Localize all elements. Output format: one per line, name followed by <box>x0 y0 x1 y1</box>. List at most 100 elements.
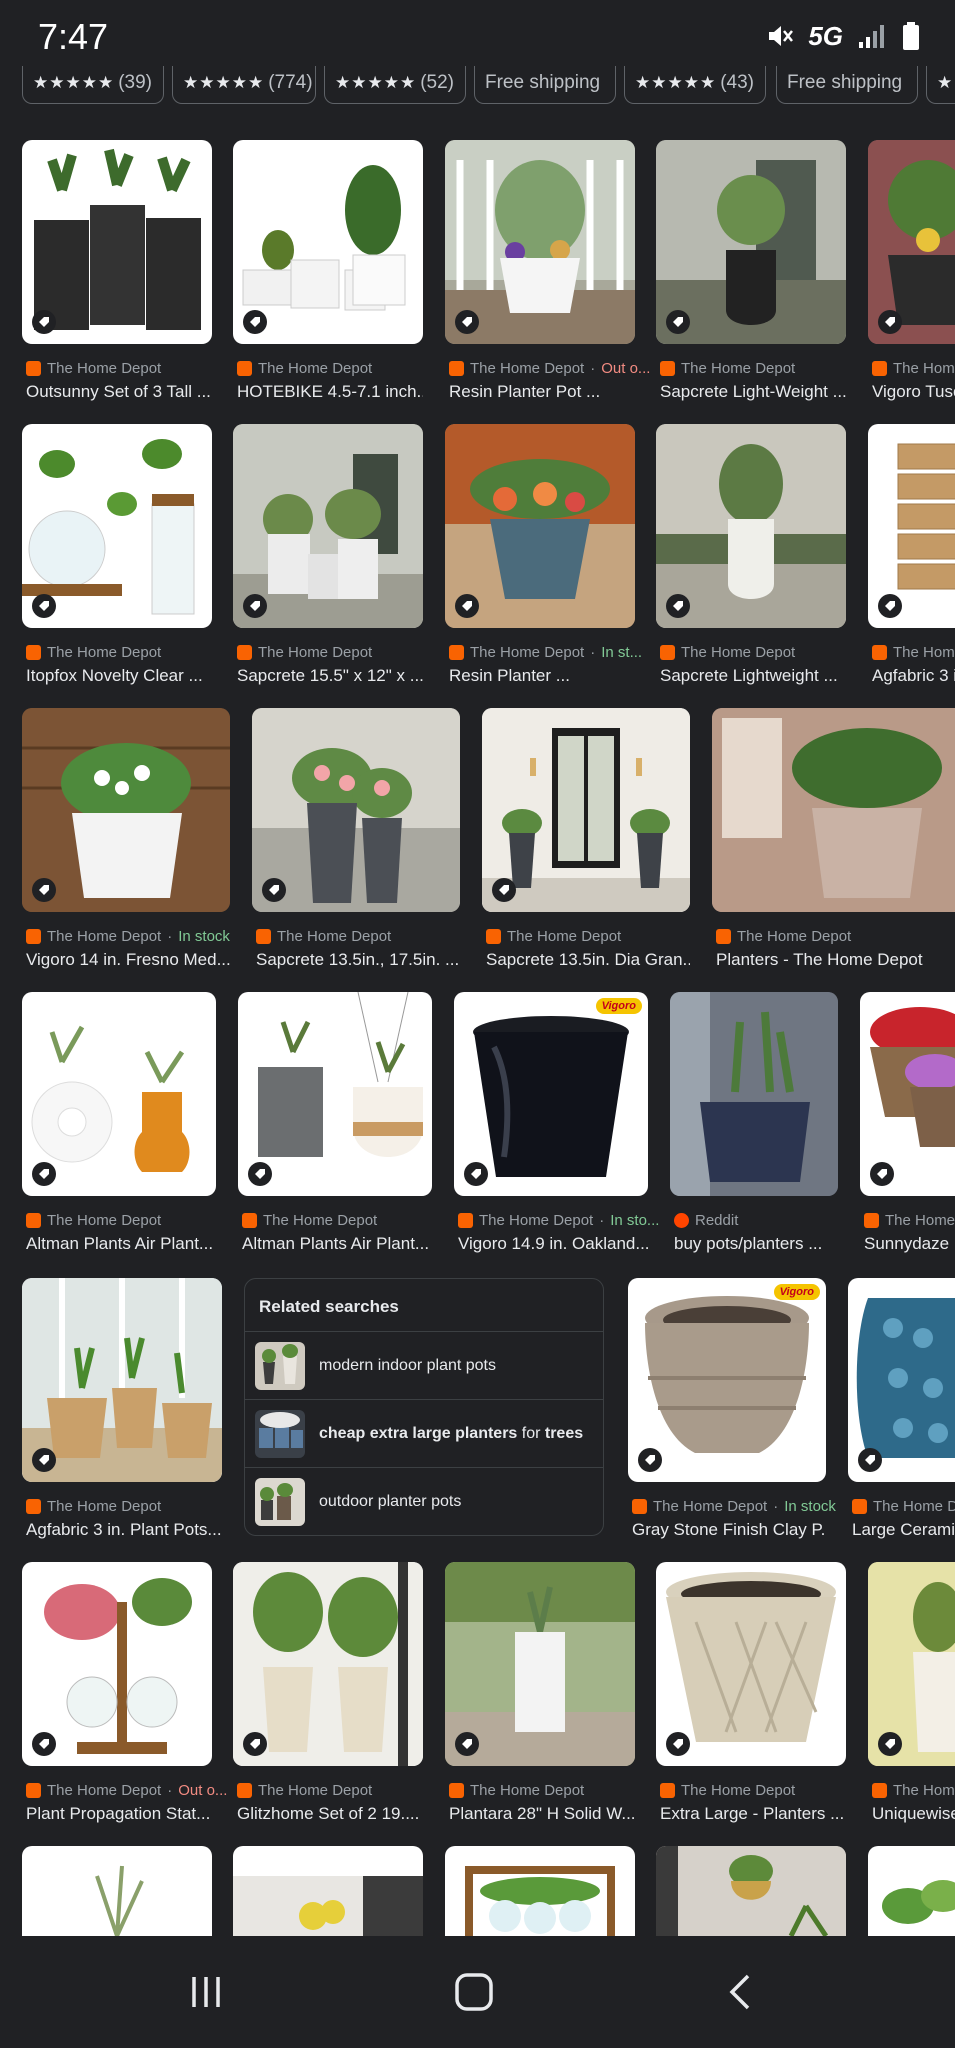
result-card[interactable]: The Home Depot Sapcrete 13.5in., 17.5in.… <box>252 708 460 980</box>
home-icon <box>455 1973 493 2011</box>
related-search-text: modern indoor plant pots <box>319 1356 496 1374</box>
result-card[interactable]: Vigoro The Home Depot · In stock Gray Ston… <box>628 1278 836 1550</box>
result-card[interactable]: The Home Depot Sapcrete Light-Weight ... <box>656 140 846 412</box>
result-card[interactable]: The Home Agfabric 3 i <box>868 424 955 696</box>
result-image[interactable] <box>445 1846 635 1936</box>
result-card[interactable]: The Home Depot Plantara 28" H Solid W... <box>445 1562 635 1834</box>
result-card[interactable]: The Home Depot · Out o... Plant Propagatio… <box>22 1562 227 1834</box>
result-image[interactable] <box>445 424 635 628</box>
result-card[interactable]: The Home Depot Planters - The Home Depot <box>712 708 955 980</box>
result-card[interactable]: The Home Uniquewise <box>868 1562 955 1834</box>
filter-chips: ★★★★★ (39) ★★★★★ (774) ★★★★★ (52) Free ship… <box>0 62 955 106</box>
result-card[interactable]: The Home Depot Outsunny Set of 3 Tall ..… <box>22 140 212 412</box>
result-image[interactable] <box>868 1846 955 1936</box>
result-image[interactable] <box>656 424 846 628</box>
result-image[interactable]: Vigoro <box>628 1278 826 1482</box>
related-search-item[interactable]: modern indoor plant pots <box>245 1331 603 1399</box>
back-button[interactable] <box>712 1966 772 2018</box>
result-card[interactable]: The Home Depot Altman Plants Air Plant..… <box>22 992 216 1264</box>
result-image[interactable] <box>656 1846 846 1936</box>
result-image[interactable] <box>445 1562 635 1766</box>
result-card[interactable]: The Home Depot Agfabric 3 in. Plant Pots… <box>22 1278 222 1550</box>
result-card[interactable]: The Home Depot · In stock Vigoro 14 in. Fr… <box>22 708 230 980</box>
result-image[interactable] <box>22 992 216 1196</box>
result-title: Agfabric 3 in. Plant Pots... <box>26 1520 222 1539</box>
result-card[interactable]: The Home Depot Sapcrete 13.5in. Dia Gran… <box>482 708 690 980</box>
chip-count: (774) <box>268 71 313 93</box>
result-image[interactable] <box>22 708 230 912</box>
result-card[interactable]: The Home Depot Altman Plants Air Plant..… <box>238 992 432 1264</box>
related-search-item[interactable]: cheap extra large planters for trees <box>245 1399 603 1467</box>
result-image[interactable] <box>712 708 955 912</box>
homedepot-favicon-icon <box>26 1213 41 1228</box>
result-image[interactable] <box>656 1562 846 1766</box>
result-image[interactable] <box>22 1846 212 1936</box>
result-card[interactable]: The Home Depot Itopfox Novelty Clear ... <box>22 424 212 696</box>
result-image[interactable] <box>868 424 955 628</box>
rating-stars: ★★★★★ <box>635 72 717 92</box>
result-card[interactable]: The Home Depot HOTEBIKE 4.5-7.1 inch... <box>233 140 423 412</box>
homedepot-favicon-icon <box>486 929 501 944</box>
result-card[interactable] <box>233 1846 423 1936</box>
result-image[interactable] <box>445 140 635 344</box>
chip-rating-39[interactable]: ★★★★★ (39) <box>22 62 164 104</box>
chip-count: (43) <box>720 71 754 93</box>
result-image[interactable] <box>22 140 212 344</box>
result-source: The Home Depot · In st... <box>449 644 642 661</box>
result-image[interactable] <box>233 1562 423 1766</box>
result-card[interactable]: The Home D Sunnydaze D <box>860 992 955 1264</box>
result-source: The Home Depot <box>449 1782 584 1799</box>
result-image[interactable] <box>848 1278 955 1482</box>
result-card[interactable]: The Home Depot Extra Large - Planters ..… <box>656 1562 846 1834</box>
chip-rating-774[interactable]: ★★★★★ (774) <box>172 62 316 104</box>
result-card[interactable] <box>22 1846 212 1936</box>
result-image[interactable] <box>670 992 838 1196</box>
result-image[interactable] <box>233 140 423 344</box>
related-search-item[interactable]: outdoor planter pots <box>245 1467 603 1535</box>
chip-rating-52[interactable]: ★★★★★ (52) <box>324 62 466 104</box>
result-image[interactable]: Vigoro <box>454 992 648 1196</box>
result-title: Itopfox Novelty Clear ... <box>26 666 203 685</box>
shopping-tag-icon <box>262 878 286 902</box>
result-image[interactable] <box>233 424 423 628</box>
result-image[interactable] <box>482 708 690 912</box>
result-card[interactable]: The Home Depot Sapcrete 15.5" x 12" x ..… <box>233 424 423 696</box>
result-image[interactable] <box>233 1846 423 1936</box>
result-card[interactable]: The Home Depot · Out o... Resin Planter Po… <box>445 140 650 412</box>
result-image[interactable] <box>22 424 212 628</box>
result-image[interactable] <box>252 708 460 912</box>
chip-free-shipping-2[interactable]: Free shipping <box>776 62 918 104</box>
result-image[interactable] <box>238 992 432 1196</box>
result-card[interactable]: The Home Depot · In st... Resin Planter ..… <box>445 424 642 696</box>
status-time: 7:47 <box>38 16 109 57</box>
result-source: The Home Depot <box>26 1212 161 1229</box>
chip-free-shipping[interactable]: Free shipping <box>474 62 616 104</box>
recent-apps-button[interactable] <box>176 1966 236 2018</box>
result-card[interactable] <box>445 1846 635 1936</box>
result-image[interactable] <box>22 1562 212 1766</box>
result-image[interactable] <box>656 140 846 344</box>
result-title: Resin Planter ... <box>449 666 570 685</box>
shopping-tag-icon <box>243 594 267 618</box>
home-button[interactable] <box>444 1966 504 2018</box>
result-title: HOTEBIKE 4.5-7.1 inch... <box>237 382 423 401</box>
result-image[interactable] <box>868 140 955 344</box>
result-title: Resin Planter Pot ... <box>449 382 601 401</box>
result-title: Plant Propagation Stat... <box>26 1804 211 1823</box>
result-card[interactable] <box>656 1846 846 1936</box>
result-card[interactable] <box>868 1846 955 1936</box>
result-image[interactable] <box>22 1278 222 1482</box>
result-card[interactable]: The Home Vigoro Tusc <box>868 140 955 412</box>
homedepot-favicon-icon <box>256 929 271 944</box>
result-card[interactable]: Reddit buy pots/planters ... <box>670 992 838 1264</box>
result-card[interactable]: The Home Depot Glitzhome Set of 2 19.... <box>233 1562 423 1834</box>
result-image[interactable] <box>868 1562 955 1766</box>
result-card[interactable]: Vigoro The Home Depot · In sto... Vigoro 1… <box>454 992 659 1264</box>
result-card[interactable]: The Home De Large Ceramic <box>848 1278 955 1550</box>
result-source: The Home Depot <box>26 1498 161 1515</box>
chip-rating-43[interactable]: ★★★★★ (43) <box>624 62 766 104</box>
result-image[interactable] <box>860 992 955 1196</box>
shopping-tag-icon <box>666 1732 690 1756</box>
chip-rating-more[interactable]: ★ <box>926 62 955 104</box>
result-card[interactable]: The Home Depot Sapcrete Lightweight ... <box>656 424 846 696</box>
